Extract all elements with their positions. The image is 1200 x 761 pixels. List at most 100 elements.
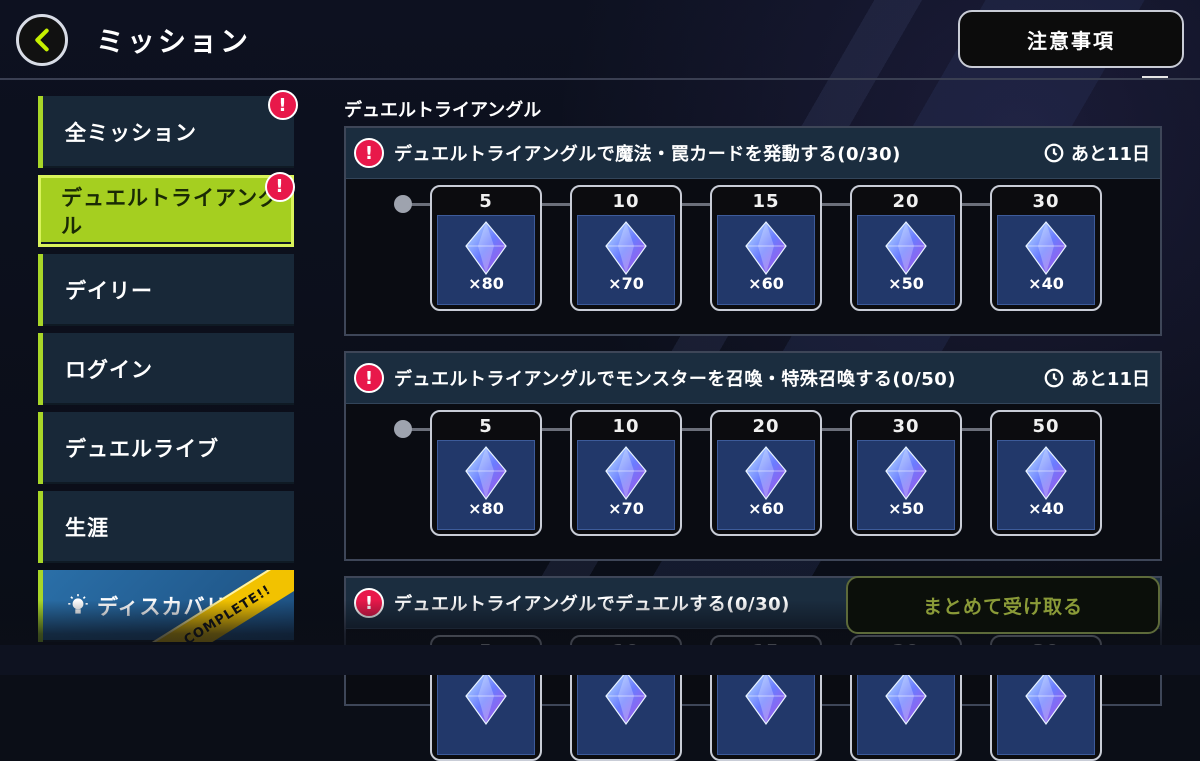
reward-box: ×50 [857,215,955,305]
reward-step: 5 [479,415,493,437]
mission-card[interactable]: ! デュエルトライアングルでモンスターを召喚・特殊召喚する(0/50) あと11日 5… [344,351,1162,561]
mission-timer: あと11日 [1043,140,1150,166]
reward-tile[interactable]: 5 ×80 [430,185,542,311]
gem-icon [885,446,927,501]
gem-icon [885,221,927,276]
reward-step: 50 [1032,415,1060,437]
reward-step: 10 [612,415,640,437]
reward-box: ×40 [997,215,1095,305]
back-button[interactable] [16,14,68,66]
reward-quantity: ×40 [1028,274,1064,293]
clock-icon [1044,368,1064,388]
mission-card[interactable]: ! デュエルトライアングルで魔法・罠カードを発動する(0/30) あと11日 5 ×80… [344,126,1162,336]
reward-box [997,665,1095,755]
gem-icon [745,446,787,501]
reward-box: ×60 [717,440,815,530]
reward-box: ×40 [997,440,1095,530]
gem-icon [1025,671,1067,726]
sidebar-item-daily[interactable]: デイリー [38,254,294,326]
gem-icon [605,446,647,501]
reward-tile[interactable]: 5 ×80 [430,410,542,536]
sidebar: 全ミッション ! デュエルトライアングル ! デイリー ログイン デュエルライブ… [38,90,298,649]
alert-icon: ! [354,363,384,393]
sidebar-item-duel-triangle[interactable]: デュエルトライアングル ! [38,172,295,247]
header: ミッション 注意事項 [0,0,1200,80]
gem-icon [1025,446,1067,501]
alert-icon: ! [268,90,298,120]
reward-box [717,665,815,755]
reward-quantity: ×80 [468,499,504,518]
gem-icon [605,671,647,726]
sidebar-item-login[interactable]: ログイン [38,333,294,405]
reward-step: 15 [752,190,780,212]
reward-box [577,665,675,755]
sidebar-item-lifetime[interactable]: 生涯 [38,491,294,563]
clock-icon [1044,143,1064,163]
reward-box: ×60 [717,215,815,305]
gem-icon [465,671,507,726]
reward-tile[interactable]: 30 ×50 [850,410,962,536]
reward-quantity: ×50 [888,274,924,293]
notice-button[interactable]: 注意事項 [958,10,1184,68]
sidebar-item-label: デイリー [65,279,153,303]
reward-step: 30 [892,415,920,437]
reward-quantity: ×70 [608,499,644,518]
section-title: デュエルトライアングル [344,100,542,121]
reward-box: ×50 [857,440,955,530]
reward-box: ×70 [577,440,675,530]
mission-title: デュエルトライアングルで魔法・罠カードを発動する(0/30) [394,144,901,165]
header-divider [0,78,1200,80]
reward-box: ×80 [437,440,535,530]
mission-timer: あと11日 [1043,365,1150,391]
mission-header: ! デュエルトライアングルでモンスターを召喚・特殊召喚する(0/50) あと11日 [346,353,1160,404]
reward-step: 20 [752,415,780,437]
gem-icon [745,671,787,726]
mission-header: ! デュエルトライアングルで魔法・罠カードを発動する(0/30) あと11日 [346,128,1160,179]
reward-tile[interactable]: 10 ×70 [570,185,682,311]
page-title: ミッション [96,25,252,58]
sidebar-item-label: 全ミッション [65,121,197,145]
sidebar-item-duel-live[interactable]: デュエルライブ [38,412,294,484]
alert-icon: ! [265,172,295,202]
reward-track: 5 ×80 10 ×70 20 ×60 30 ×50 50 ×40 [346,404,1160,536]
reward-tile[interactable]: 30 ×40 [990,185,1102,311]
reward-step: 20 [892,190,920,212]
track-start-node [394,420,412,438]
reward-tile[interactable]: 50 ×40 [990,410,1102,536]
reward-quantity: ×80 [468,274,504,293]
claim-all-button[interactable]: まとめて受け取る [846,576,1160,634]
reward-tile[interactable]: 20 ×50 [850,185,962,311]
timer-text: あと11日 [1070,144,1150,165]
reward-quantity: ×40 [1028,499,1064,518]
gem-icon [885,671,927,726]
gem-icon [605,221,647,276]
sidebar-item-label: デュエルライブ [65,437,219,461]
reward-box [857,665,955,755]
bottom-bar [0,645,1200,675]
reward-quantity: ×70 [608,274,644,293]
gem-icon [465,221,507,276]
sidebar-item-label: デュエルトライアングル [61,186,281,238]
sidebar-item-label: 生涯 [65,516,109,540]
reward-quantity: ×50 [888,499,924,518]
reward-tile[interactable]: 15 ×60 [710,185,822,311]
alert-icon: ! [354,138,384,168]
gem-icon [465,446,507,501]
reward-track: 5 ×80 10 ×70 15 ×60 20 ×50 30 ×40 [346,179,1160,311]
reward-tile[interactable]: 20 ×60 [710,410,822,536]
reward-step: 5 [479,190,493,212]
mission-title: デュエルトライアングルでモンスターを召喚・特殊召喚する(0/50) [394,369,957,390]
reward-step: 10 [612,190,640,212]
reward-quantity: ×60 [748,274,784,293]
reward-box [437,665,535,755]
sidebar-item-all-missions[interactable]: 全ミッション ! [38,90,298,168]
track-start-node [394,195,412,213]
gem-icon [1025,221,1067,276]
chevron-left-icon [35,28,49,52]
reward-quantity: ×60 [748,499,784,518]
timer-text: あと11日 [1070,369,1150,390]
reward-tile[interactable]: 10 ×70 [570,410,682,536]
gem-icon [745,221,787,276]
reward-box: ×70 [577,215,675,305]
reward-box: ×80 [437,215,535,305]
